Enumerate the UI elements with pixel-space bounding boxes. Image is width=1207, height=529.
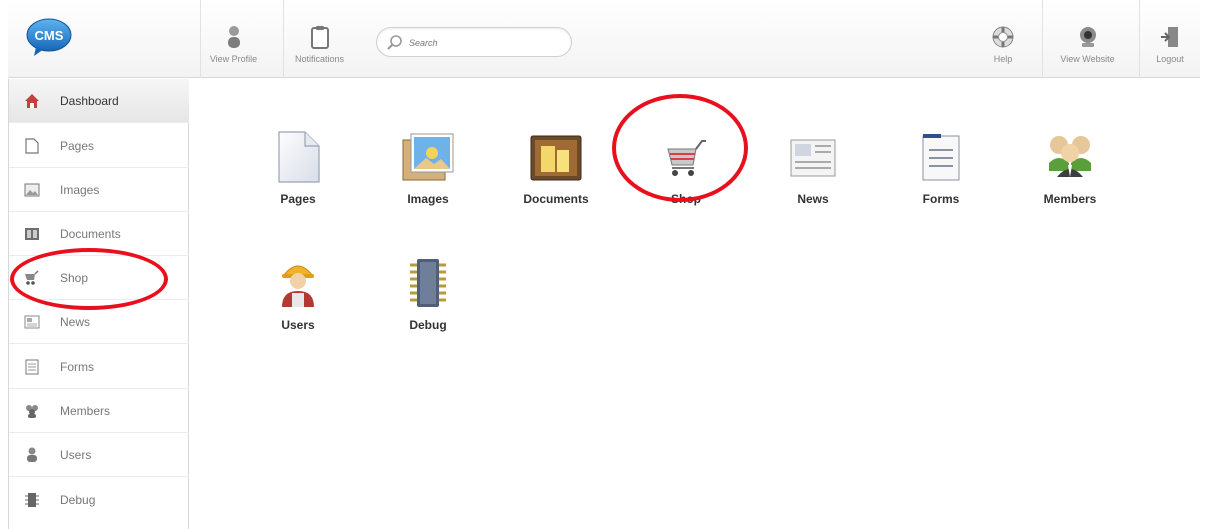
sidebar-item-label: Dashboard — [60, 93, 119, 108]
user-icon — [24, 447, 40, 463]
news-icon — [24, 314, 40, 330]
sidebar-item-label: Pages — [60, 138, 95, 153]
tile-debug[interactable]: Debug — [383, 256, 473, 346]
logout-door-icon — [1158, 24, 1182, 50]
tile-members[interactable]: Members — [1025, 130, 1115, 220]
profile-icon — [222, 24, 246, 50]
search-icon — [387, 35, 403, 56]
clipboard-icon — [308, 24, 332, 50]
tile-label: News — [797, 192, 829, 206]
tile-label: Shop — [671, 192, 701, 206]
view-website-label: View Website — [1060, 54, 1115, 64]
sidebar-item-label: Members — [60, 403, 111, 418]
news-icon — [783, 130, 843, 184]
sidebar-item-label: News — [60, 314, 91, 329]
tile-label: Pages — [280, 192, 316, 206]
search-box[interactable] — [376, 27, 572, 57]
sidebar-item-label: Users — [60, 447, 92, 462]
sidebar-item-label: Debug — [60, 493, 96, 507]
logo-text: CMS — [35, 28, 64, 43]
page-icon — [24, 137, 40, 154]
cart-icon — [24, 269, 40, 286]
sidebar-item-members[interactable]: Members — [9, 389, 189, 433]
image-icon — [24, 182, 40, 198]
sidebar: Dashboard Pages Images Documents Shop Ne… — [8, 79, 189, 529]
user-icon — [268, 256, 328, 310]
webcam-icon — [1076, 24, 1100, 50]
members-icon — [24, 403, 40, 419]
members-icon — [1040, 130, 1100, 184]
tile-users[interactable]: Users — [253, 256, 343, 346]
tile-forms[interactable]: Forms — [896, 130, 986, 220]
lifebuoy-icon — [991, 24, 1015, 50]
top-bar: CMS View Profile Notifications Help View… — [8, 0, 1200, 78]
sidebar-item-label: Forms — [60, 359, 94, 374]
sidebar-item-debug[interactable]: Debug — [9, 478, 189, 522]
tile-documents[interactable]: Documents — [511, 130, 601, 220]
image-icon — [398, 130, 458, 184]
debug-icon — [398, 256, 458, 310]
sidebar-item-news[interactable]: News — [9, 300, 189, 344]
sidebar-item-pages[interactable]: Pages — [9, 124, 189, 168]
tile-label: Forms — [922, 192, 960, 206]
tile-label: Members — [1043, 192, 1097, 206]
sidebar-item-images[interactable]: Images — [9, 168, 189, 212]
cms-logo[interactable]: CMS — [26, 17, 72, 57]
logout-button[interactable]: Logout — [1139, 0, 1200, 78]
sidebar-item-documents[interactable]: Documents — [9, 212, 189, 256]
tile-news[interactable]: News — [768, 130, 858, 220]
sidebar-item-shop[interactable]: Shop — [9, 256, 189, 300]
help-button[interactable]: Help — [970, 0, 1036, 78]
search-input[interactable] — [409, 35, 559, 51]
tile-label: Users — [281, 318, 315, 332]
sidebar-item-label: Images — [60, 182, 100, 197]
form-icon — [911, 130, 971, 184]
notifications-label: Notifications — [294, 54, 345, 64]
help-label: Help — [993, 54, 1013, 64]
debug-icon — [24, 492, 40, 508]
tile-label: Documents — [523, 192, 589, 206]
tile-shop[interactable]: Shop — [641, 130, 731, 220]
home-icon — [24, 93, 40, 109]
notifications-button[interactable]: Notifications — [283, 0, 355, 78]
view-website-button[interactable]: View Website — [1042, 0, 1132, 78]
sidebar-item-forms[interactable]: Forms — [9, 345, 189, 389]
tile-label: Debug — [409, 318, 447, 332]
sidebar-item-dashboard[interactable]: Dashboard — [9, 79, 189, 123]
view-profile-button[interactable]: View Profile — [200, 0, 266, 78]
tile-pages[interactable]: Pages — [253, 130, 343, 220]
sidebar-item-users[interactable]: Users — [9, 433, 189, 477]
page-icon — [268, 130, 328, 184]
sidebar-item-label: Shop — [60, 270, 89, 285]
logout-label: Logout — [1156, 54, 1184, 64]
document-icon — [526, 130, 586, 184]
view-profile-label: View Profile — [209, 54, 258, 64]
document-icon — [24, 226, 40, 242]
tile-label: Images — [407, 192, 449, 206]
cart-icon — [656, 130, 716, 184]
form-icon — [24, 359, 40, 375]
tile-images[interactable]: Images — [383, 130, 473, 220]
sidebar-item-label: Documents — [60, 226, 121, 241]
